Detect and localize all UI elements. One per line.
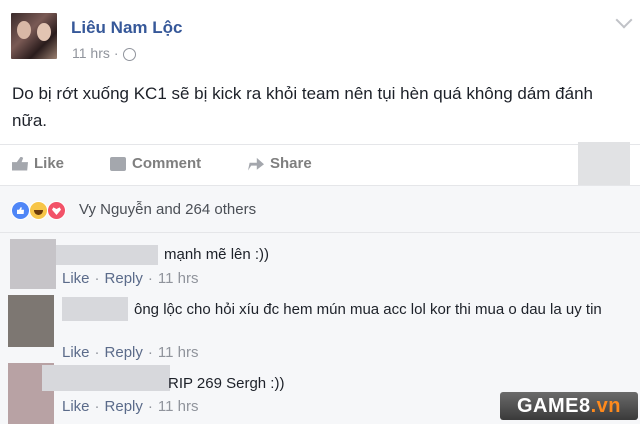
comment-time[interactable]: 11 hrs xyxy=(158,270,199,287)
comment-meta: Like · Reply · 11 hrs xyxy=(62,344,199,361)
comment-reply-link[interactable]: Reply xyxy=(105,270,143,287)
post-meta: 11 hrs · xyxy=(72,45,136,61)
comment-meta: Like · Reply · 11 hrs xyxy=(62,398,199,415)
facebook-post: Liêu Nam Lộc 11 hrs · Do bị rớt xuống KC… xyxy=(0,0,640,424)
chevron-down-icon[interactable] xyxy=(615,11,633,29)
comment-time[interactable]: 11 hrs xyxy=(158,398,199,415)
thumbs-up-icon xyxy=(12,156,28,171)
commenter-avatar[interactable] xyxy=(8,295,54,347)
globe-icon xyxy=(122,47,136,61)
share-button[interactable]: Share xyxy=(248,155,312,172)
comment-like-link[interactable]: Like xyxy=(62,398,90,415)
commenter-name[interactable] xyxy=(42,365,170,391)
comment-meta: Like · Reply · 11 hrs xyxy=(62,270,199,287)
share-icon xyxy=(248,157,264,171)
comment-button[interactable]: Comment xyxy=(110,155,201,172)
viewer-avatar xyxy=(578,142,630,185)
comment-text: mạnh mẽ lên :)) xyxy=(164,246,270,263)
haha-reaction-icon xyxy=(29,201,48,220)
comment-text: RIP 269 Sergh :)) xyxy=(168,375,285,392)
comment-text: ông lộc cho hỏi xíu đc hem mún mua acc l… xyxy=(134,301,602,318)
action-bar: Like Comment Share xyxy=(0,142,640,185)
reactions-bar[interactable]: Vy Nguyễn and 264 others xyxy=(0,185,640,233)
reactions-summary[interactable]: Vy Nguyễn and 264 others xyxy=(79,201,256,218)
like-button[interactable]: Like xyxy=(12,155,64,172)
like-reaction-icon xyxy=(11,201,30,220)
author-avatar[interactable] xyxy=(11,13,57,59)
comment-like-link[interactable]: Like xyxy=(62,270,90,287)
commenter-avatar[interactable] xyxy=(10,239,56,289)
post-content: Do bị rớt xuống KC1 sẽ bị kick ra khỏi t… xyxy=(12,84,593,130)
comment-reply-link[interactable]: Reply xyxy=(105,398,143,415)
comment-reply-link[interactable]: Reply xyxy=(105,344,143,361)
comment-like-link[interactable]: Like xyxy=(62,344,90,361)
commenter-name[interactable] xyxy=(62,297,128,321)
game8-watermark-logo: GAME8 .vn xyxy=(500,392,638,420)
love-reaction-icon xyxy=(47,201,66,220)
commenter-name[interactable] xyxy=(56,245,158,265)
comment-time[interactable]: 11 hrs xyxy=(158,344,199,361)
comment-icon xyxy=(110,156,126,171)
author-name[interactable]: Liêu Nam Lộc xyxy=(71,18,182,38)
post-time[interactable]: 11 hrs xyxy=(72,45,110,61)
